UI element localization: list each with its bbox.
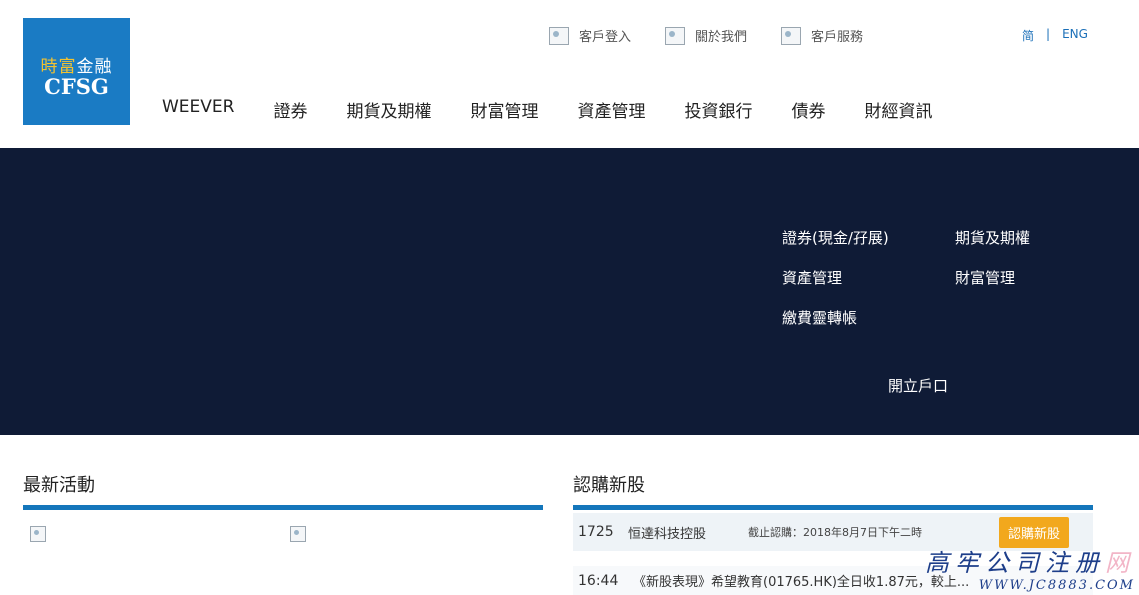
client-login-label: 客戶登入 [579, 30, 632, 45]
nav-item-securities[interactable]: 證券 [273, 97, 307, 122]
lang-separator: | [1046, 27, 1051, 41]
nav-item-wealth-management[interactable]: 財富管理 [470, 97, 538, 122]
ipo-row: 1725 恒達科技控股 截止認購：2018年8月7日下午二時 認購新股 [573, 513, 1093, 551]
news-headline[interactable]: 《新股表現》希望教育(01765.HK)全日收1.87元，較上... [633, 571, 973, 590]
nav-item-financial-info[interactable]: 財經資訊 [864, 97, 932, 122]
broken-image-icon [549, 26, 569, 45]
event-image-2[interactable] [290, 526, 306, 542]
ipo-deadline: 截止認購：2018年8月7日下午二時 [748, 526, 922, 539]
ipo-news-row[interactable]: 16:44 《新股表現》希望教育(01765.HK)全日收1.87元，較上... [573, 566, 1093, 595]
logo-english-text: CFSG [44, 74, 109, 99]
quick-link-futures-options[interactable]: 期貨及期權 [955, 227, 1030, 248]
open-account-link[interactable]: 開立戶口 [888, 375, 948, 396]
nav-item-weever[interactable]: WEEVER [162, 97, 234, 122]
customer-service-label: 客戶服務 [811, 30, 864, 45]
ipo-title: 認購新股 [573, 475, 645, 496]
main-nav: WEEVER 證券 期貨及期權 財富管理 資產管理 投資銀行 債券 財經資訊 [162, 97, 971, 122]
lang-english-link[interactable]: ENG [1062, 27, 1088, 44]
news-time: 16:44 [578, 572, 619, 589]
nav-item-futures-options[interactable]: 期貨及期權 [346, 97, 431, 122]
nav-item-asset-management[interactable]: 資產管理 [577, 97, 645, 122]
nav-item-bonds[interactable]: 債券 [791, 97, 825, 122]
broken-image-icon [781, 26, 802, 45]
language-switcher: 简 | ENG [1022, 27, 1088, 44]
client-login-link[interactable]: 客戶登入 [549, 26, 631, 45]
nav-item-investment-banking[interactable]: 投資銀行 [684, 97, 752, 122]
ipo-divider [573, 505, 1093, 510]
latest-events-divider [23, 505, 543, 510]
quick-link-securities[interactable]: 證券(現金/孖展) [782, 227, 889, 248]
ipo-stock-name[interactable]: 恒達科技控股 [628, 523, 748, 542]
customer-service-link[interactable]: 客戶服務 [781, 26, 863, 45]
hero-banner: 證券(現金/孖展) 期貨及期權 資產管理 財富管理 繳費靈轉帳 開立戶口 [0, 148, 1139, 435]
quick-link-pps-transfer[interactable]: 繳費靈轉帳 [782, 307, 857, 328]
about-us-label: 關於我們 [695, 30, 748, 45]
latest-events-title: 最新活動 [23, 475, 95, 496]
quick-link-wealth-management[interactable]: 財富管理 [955, 267, 1015, 288]
quick-link-asset-management[interactable]: 資產管理 [782, 267, 842, 288]
ipo-stock-code: 1725 [578, 524, 614, 540]
lang-simplified-link[interactable]: 简 [1022, 27, 1034, 44]
broken-image-icon [665, 26, 686, 45]
about-us-link[interactable]: 關於我們 [665, 26, 747, 45]
top-links: 客戶登入 關於我們 客戶服務 [549, 26, 897, 45]
event-image-1[interactable] [30, 526, 46, 542]
subscribe-ipo-button[interactable]: 認購新股 [998, 517, 1069, 548]
cfsg-logo[interactable]: 時富金融 CFSG [23, 18, 130, 125]
